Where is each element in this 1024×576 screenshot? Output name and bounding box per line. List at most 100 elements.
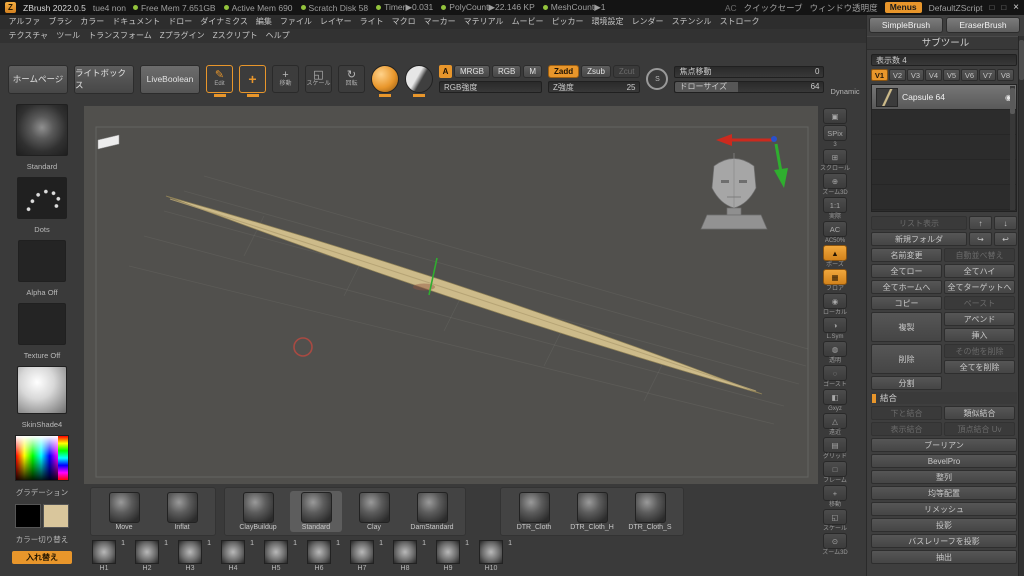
- subtool-button[interactable]: 削除: [871, 344, 942, 374]
- menu-item[interactable]: 編集: [252, 15, 275, 29]
- head-orientation-gizmo[interactable]: [700, 153, 768, 230]
- alpha-item[interactable]: 1 H5: [262, 540, 297, 572]
- eraserbrush-button[interactable]: EraserBrush: [946, 17, 1020, 33]
- x-axis-arrow-icon[interactable]: [716, 134, 732, 146]
- menu-item[interactable]: レンダー: [628, 15, 667, 29]
- spix-slider[interactable]: SPix 3: [823, 125, 847, 148]
- window-restore-icon[interactable]: □: [989, 3, 994, 12]
- subtool-tab-v4[interactable]: V4: [925, 69, 942, 81]
- subtool-button[interactable]: コピー: [871, 296, 942, 310]
- local-transform-button[interactable]: ◉ ローカル: [822, 293, 847, 316]
- subtool-button[interactable]: 分割: [871, 376, 942, 390]
- liveboolean-button[interactable]: LiveBoolean: [140, 64, 200, 94]
- brush-item[interactable]: DTR_Cloth: [508, 491, 560, 532]
- ghost-button[interactable]: ◌ ゴースト: [823, 365, 847, 388]
- menu-item[interactable]: ドキュメント: [109, 15, 164, 29]
- perspective-button[interactable]: △ 遠近: [823, 413, 847, 436]
- move-button[interactable]: + 移動: [272, 65, 299, 93]
- brush-item[interactable]: ClayBuildup: [232, 491, 284, 532]
- menu-item[interactable]: ピッカー: [548, 15, 587, 29]
- menu-item[interactable]: Zプラグイン: [156, 29, 208, 43]
- capsule-mesh[interactable]: [165, 195, 763, 395]
- subtool-button[interactable]: 全てハイ: [944, 264, 1015, 278]
- menu-item[interactable]: ツール: [53, 29, 84, 43]
- alpha-item[interactable]: 1 H2: [133, 540, 168, 572]
- subtool-button[interactable]: リメッシュ: [871, 502, 1017, 516]
- subtool-button[interactable]: ↩: [994, 232, 1017, 246]
- subtool-button[interactable]: バスレリーフを投影: [871, 534, 1017, 548]
- alpha-item[interactable]: 1 H1: [90, 540, 125, 572]
- menu-item[interactable]: トランスフォーム: [85, 29, 156, 43]
- floor-grid-button[interactable]: ▦ フロア: [823, 269, 847, 292]
- brush-item[interactable]: DTR_Cloth_S: [624, 491, 676, 532]
- current-brush-thumbnail[interactable]: [16, 104, 68, 156]
- panel-scrollbar[interactable]: [1018, 36, 1024, 576]
- alpha-item[interactable]: 1 H4: [219, 540, 254, 572]
- alpha-item[interactable]: 1 H10: [477, 540, 512, 572]
- subtool-button[interactable]: BevelPro: [871, 454, 1017, 468]
- draw-button[interactable]: +: [239, 65, 266, 93]
- alpha-item[interactable]: 1 H8: [391, 540, 426, 572]
- brush-item[interactable]: DTR_Cloth_H: [566, 491, 618, 532]
- edit-button[interactable]: ✎ Edit: [206, 65, 233, 93]
- menu-item[interactable]: Zスクリプト: [209, 29, 261, 43]
- menu-item[interactable]: マクロ: [388, 15, 419, 29]
- alpha-item[interactable]: 1 H3: [176, 540, 211, 572]
- subtool-item[interactable]: Capsule 64 ◉: [872, 85, 1016, 110]
- z-axis-dot-icon[interactable]: [771, 136, 777, 142]
- frame-button[interactable]: □ フレーム: [823, 461, 847, 484]
- simplebrush-button[interactable]: SimpleBrush: [869, 17, 943, 33]
- subtool-button[interactable]: 抽出: [871, 550, 1017, 564]
- current-alpha-thumbnail[interactable]: [18, 240, 66, 282]
- menu-item[interactable]: ムービー: [508, 15, 547, 29]
- menu-item[interactable]: ドロー: [165, 15, 196, 29]
- zadd-button[interactable]: Zadd: [548, 65, 580, 78]
- subtool-button[interactable]: 全てターゲットへ: [944, 280, 1015, 294]
- menu-item[interactable]: カラー: [77, 15, 108, 29]
- current-stroke-thumbnail[interactable]: [17, 177, 67, 219]
- default-zscript-label[interactable]: DefaultZScript: [929, 3, 983, 13]
- menu-item[interactable]: ステンシル: [668, 15, 715, 29]
- homepage-button[interactable]: ホームページ: [8, 64, 68, 94]
- menu-item[interactable]: ヘルプ: [262, 29, 293, 43]
- mrgb-button[interactable]: MRGB: [454, 65, 490, 78]
- zcut-button[interactable]: Zcut: [612, 65, 641, 78]
- menu-item[interactable]: ファイル: [276, 15, 315, 29]
- focal-shift-slider[interactable]: 焦点移動 0: [674, 65, 825, 78]
- y-axis-arrow-icon[interactable]: [774, 168, 788, 188]
- menu-item[interactable]: ダイナミクス: [197, 15, 252, 29]
- menu-item[interactable]: ストローク: [716, 15, 763, 29]
- rotate-button[interactable]: ↻ 回転: [338, 65, 365, 93]
- move-canvas-button[interactable]: + 移動: [823, 485, 847, 508]
- subtool-button[interactable]: ブーリアン: [871, 438, 1017, 452]
- subtool-tab-v7[interactable]: V7: [979, 69, 996, 81]
- quick-save-button[interactable]: クイックセーブ: [744, 2, 803, 14]
- hue-strip[interactable]: [58, 436, 68, 480]
- subtool-button[interactable]: 全てホームへ: [871, 280, 942, 294]
- primary-color-swatch[interactable]: [15, 504, 41, 528]
- gxyz-button[interactable]: ◧ Gxyz: [823, 389, 847, 412]
- focal-shift-dial[interactable]: S: [646, 68, 669, 90]
- document-flag-icon[interactable]: [97, 134, 120, 150]
- close-icon[interactable]: ×: [1013, 2, 1019, 13]
- dynamic-mode-label[interactable]: Dynamic: [830, 87, 859, 96]
- brush-item[interactable]: Inflat: [156, 491, 208, 532]
- alpha-item[interactable]: 1 H6: [305, 540, 340, 572]
- local-symmetry-button[interactable]: ◑ L.Sym: [823, 317, 847, 340]
- half-size-button[interactable]: AC AC50%: [823, 221, 847, 244]
- subtool-tab-v2[interactable]: V2: [889, 69, 906, 81]
- grid-button[interactable]: ▤ グリッド: [822, 437, 847, 460]
- material-preview[interactable]: [405, 65, 433, 93]
- bpr-render-button[interactable]: ▣: [823, 108, 847, 124]
- zoom3d-button[interactable]: ⊙ ズーム3D: [822, 533, 848, 556]
- current-material-thumbnail[interactable]: [17, 366, 67, 414]
- subtool-button[interactable]: 複製: [871, 312, 942, 342]
- subtool-tab-v1[interactable]: V1: [871, 69, 888, 81]
- display-count-slider[interactable]: 表示数 4: [871, 54, 1017, 66]
- brush-item[interactable]: DamStandard: [406, 491, 458, 532]
- subtool-tab-v5[interactable]: V5: [943, 69, 960, 81]
- swap-colors-button[interactable]: 入れ替え: [12, 551, 72, 564]
- brush-item[interactable]: Standard: [290, 491, 342, 532]
- brush-item[interactable]: Move: [98, 491, 150, 532]
- viewport-canvas[interactable]: [84, 106, 818, 484]
